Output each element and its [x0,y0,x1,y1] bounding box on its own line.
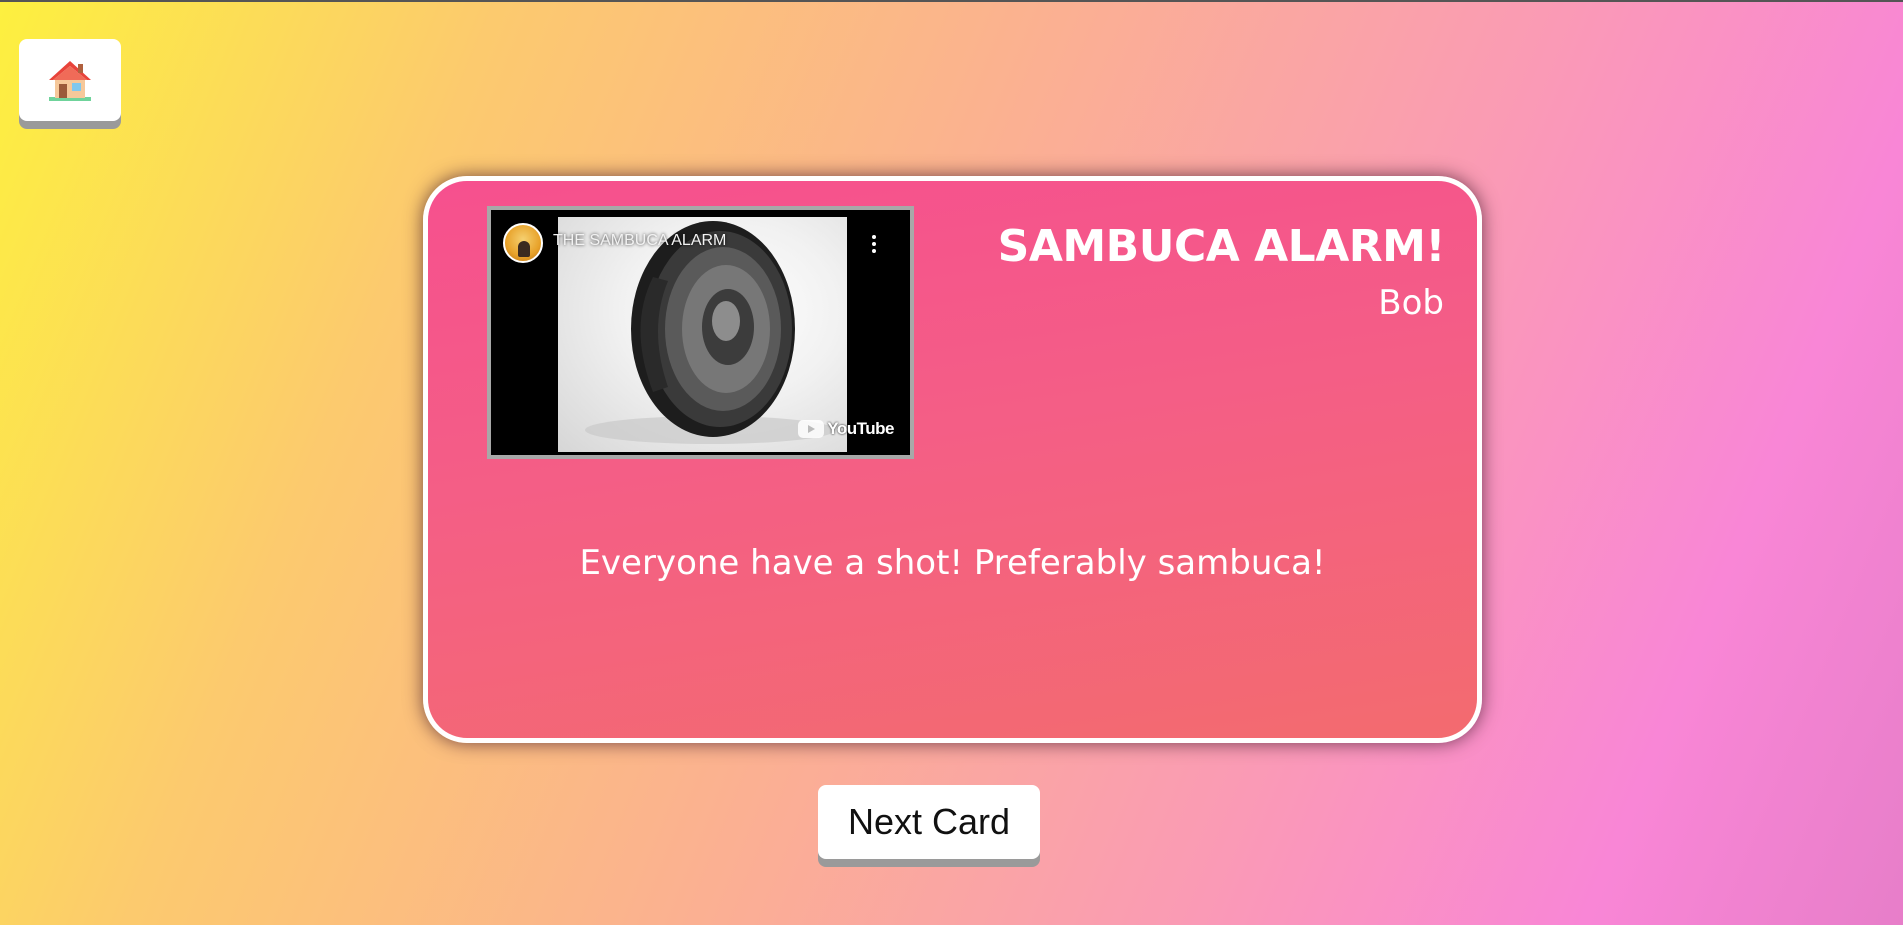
youtube-logo[interactable]: YouTube [798,419,894,439]
youtube-label: YouTube [827,419,894,438]
card-text: Everyone have a shot! Preferably sambuca… [579,543,1326,583]
next-card-button[interactable]: Next Card [818,785,1040,859]
house-icon [49,61,91,101]
home-button[interactable] [19,39,121,121]
card-author: Bob [1378,283,1444,323]
youtube-embed[interactable]: THE SAMBUCA ALARM YouTube [487,206,914,459]
top-border [0,0,1903,2]
flash-card: THE SAMBUCA ALARM YouTube SAMBUCA ALARM!… [423,176,1482,743]
video-title[interactable]: THE SAMBUCA ALARM [553,232,726,250]
speaker-image [558,217,847,452]
card-title: SAMBUCA ALARM! [997,221,1446,272]
more-vertical-icon[interactable] [871,235,877,255]
channel-avatar[interactable] [503,223,543,263]
play-icon [798,420,825,438]
